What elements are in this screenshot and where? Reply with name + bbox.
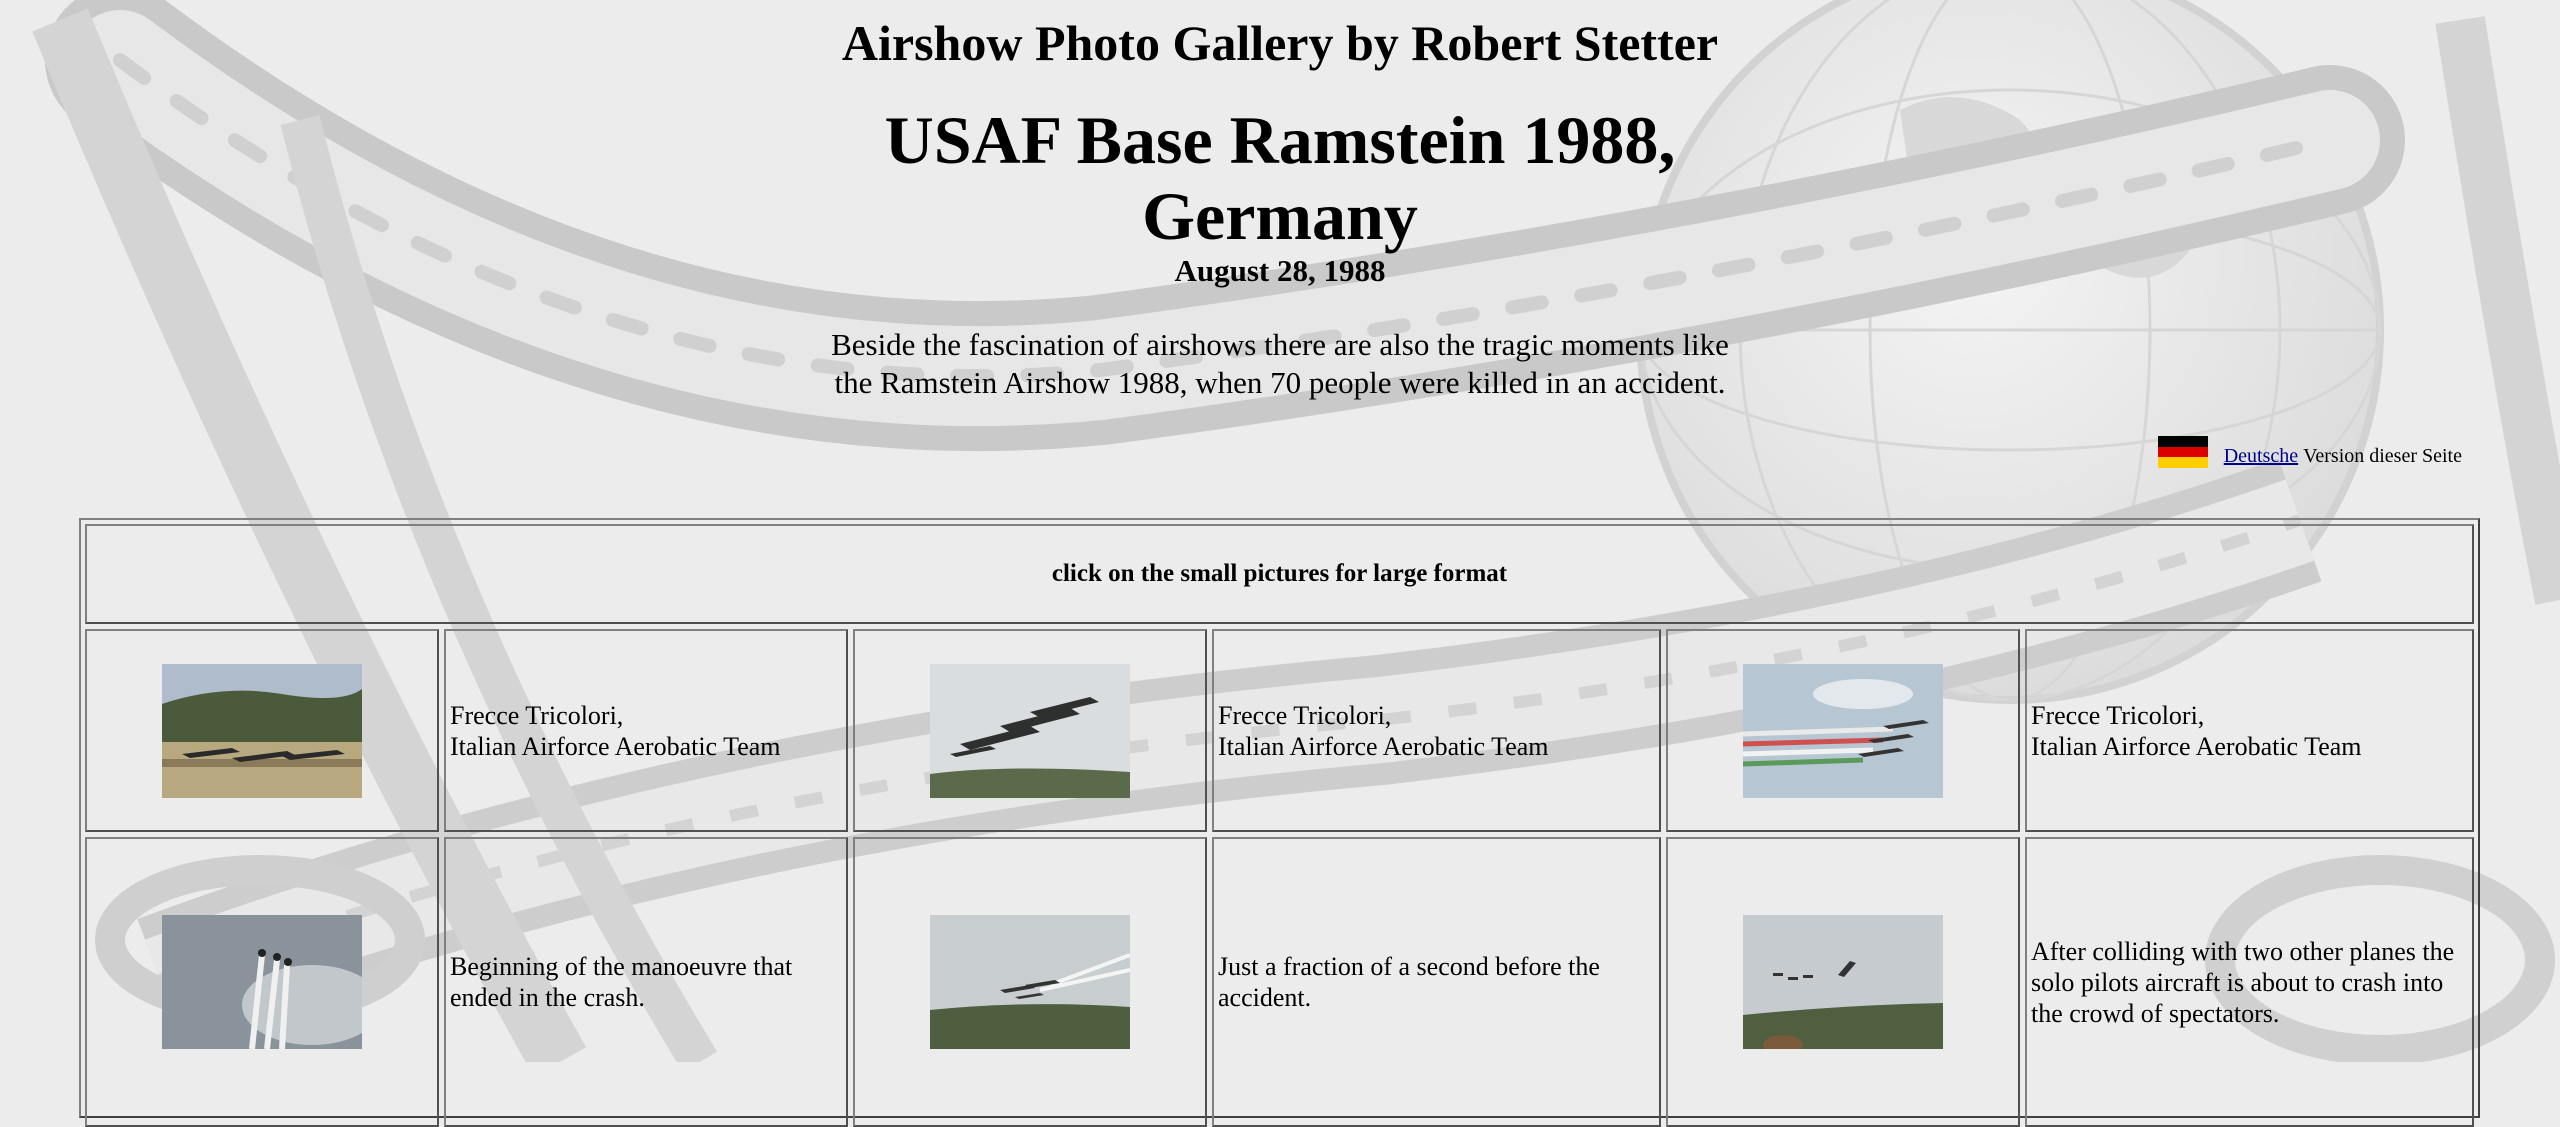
flag-stripe-black: [2157, 436, 2208, 447]
intro-line-1: Beside the fascination of airshows there…: [831, 327, 1729, 362]
caption-line: Italian Airforce Aerobatic Team: [2031, 731, 2362, 761]
caption-cell: Frecce Tricolori, Italian Airforce Aeroba…: [1212, 629, 1661, 832]
caption-line: solo pilots aircraft is about to crash i…: [2031, 967, 2444, 997]
event-date: August 28, 1988: [1174, 253, 1386, 288]
german-version-link[interactable]: Deutsche: [2224, 445, 2298, 468]
caption-cell: Just a fraction of a second before the ac…: [1212, 837, 1661, 1127]
caption-line: Italian Airforce Aerobatic Team: [1218, 731, 1549, 761]
caption-cell: After colliding with two other planes th…: [2025, 837, 2474, 1127]
thumbnail-solo-aircraft[interactable]: [1743, 915, 1943, 1049]
german-version-text: Version dieser Seite: [2303, 445, 2462, 467]
thumbnail-before-accident[interactable]: [930, 915, 1130, 1049]
german-flag-icon[interactable]: [2157, 436, 2208, 469]
caption-line: Frecce Tricolori,: [2031, 700, 2205, 730]
thumb-cell: [853, 629, 1207, 832]
caption-cell: Frecce Tricolori, Italian Airforce Aeroba…: [2025, 629, 2474, 832]
thumbnail-formation-close[interactable]: [930, 663, 1130, 798]
page-title: USAF Base Ramstein 1988, Germany: [0, 102, 2560, 254]
gallery-table: click on the small pictures for large fo…: [79, 518, 2480, 1127]
caption-line: ended in the crash.: [450, 983, 645, 1012]
gallery-header: click on the small pictures for large fo…: [85, 524, 2474, 624]
caption-line: the crowd of spectators.: [2031, 998, 2280, 1028]
caption-cell: Frecce Tricolori, Italian Airforce Aeroba…: [444, 629, 848, 832]
caption-line: Frecce Tricolori,: [450, 700, 624, 730]
page-title-line-2: Germany: [1142, 178, 1418, 254]
caption-line: Italian Airforce Aerobatic Team: [450, 731, 781, 761]
page-title-line-1: USAF Base Ramstein 1988,: [884, 102, 1676, 178]
caption-line: Frecce Tricolori,: [1218, 700, 1392, 730]
caption-cell: Beginning of the manoeuvre that ended in …: [444, 837, 848, 1127]
flag-stripe-gold: [2157, 457, 2208, 469]
flag-stripe-red: [2157, 446, 2208, 458]
site-title: Airshow Photo Gallery by Robert Stetter: [841, 15, 1719, 71]
thumb-cell: [853, 837, 1207, 1127]
thumbnail-jets-on-runway[interactable]: [162, 663, 362, 798]
language-switch: Deutsche Version dieser Seite: [2157, 436, 2462, 469]
caption-line: Just a fraction of a second before the: [1218, 952, 1600, 981]
thumbnail-manoeuvre-beginning[interactable]: [162, 915, 362, 1049]
thumb-cell: [85, 837, 439, 1127]
caption-line: accident.: [1218, 983, 1312, 1012]
thumb-cell: [1666, 837, 2020, 1127]
thumb-cell: [85, 629, 439, 832]
intro-line-2: the Ramstein Airshow 1988, when 70 peopl…: [834, 365, 1726, 400]
intro-text: Beside the fascination of airshows there…: [780, 326, 1780, 402]
caption-line: After colliding with two other planes th…: [2031, 936, 2455, 966]
caption-line: Beginning of the manoeuvre that: [450, 952, 793, 981]
thumb-cell: [1666, 629, 2020, 832]
thumbnail-smoke-trails[interactable]: [1743, 663, 1943, 798]
